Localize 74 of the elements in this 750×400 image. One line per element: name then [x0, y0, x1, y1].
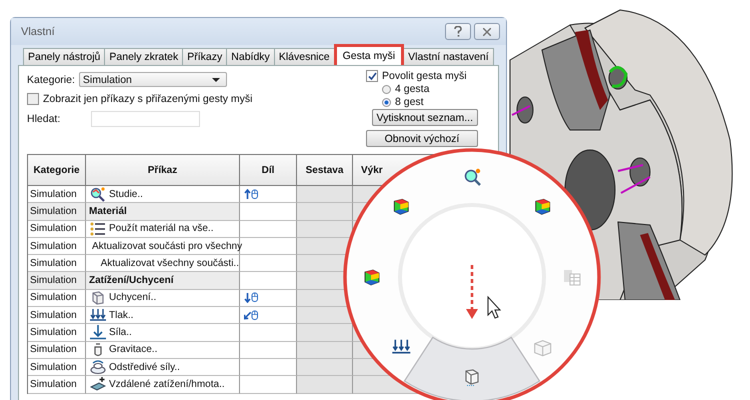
radio-label: 8 gest: [395, 96, 424, 108]
checkbox-label: Zobrazit jen příkazy s přiřazenými gesty myši: [43, 93, 252, 105]
colored-block-icon[interactable]: [394, 198, 409, 215]
magnifier-icon: [90, 186, 106, 202]
table-cell: Simulation: [28, 307, 86, 324]
caret-icon: [212, 78, 220, 82]
tab[interactable]: Klávesnice: [274, 48, 335, 65]
checkbox-label: Povolit gesta myši: [382, 70, 467, 82]
table-cell: Materiál: [86, 203, 240, 221]
table-cell: Simulation: [28, 238, 86, 256]
reset-defaults-button[interactable]: Obnovit výchozí: [366, 130, 478, 147]
force-arrow-icon: [90, 325, 106, 340]
close-icon: [483, 28, 491, 36]
search-field[interactable]: [91, 111, 200, 127]
table-cell: Simulation: [28, 324, 86, 342]
pressure-arrows-icon: [90, 308, 106, 322]
table-cell: Simulation: [28, 342, 86, 359]
column-header: Sestava: [306, 164, 344, 176]
dashed-arrow-icon: [466, 265, 478, 319]
window-title: Vlastní: [21, 26, 55, 38]
column-header: Příkaz: [148, 164, 178, 176]
column-header: Výkr: [361, 164, 383, 176]
selected-gesture-segment[interactable]: [404, 336, 540, 400]
help-icon: [454, 26, 462, 37]
table-cell: Zatížení/Uchycení: [86, 272, 240, 290]
colored-block-icon[interactable]: [535, 198, 550, 215]
help-button[interactable]: [445, 23, 471, 40]
pressure-arrows-icon[interactable]: [392, 338, 412, 354]
tab[interactable]: Gesta myši: [334, 44, 404, 65]
checkbox[interactable]: [27, 93, 39, 105]
table-cell: Simulation: [28, 358, 86, 376]
search-label: Hledat:: [27, 113, 62, 125]
table-cell: Simulation: [28, 203, 86, 221]
tab[interactable]: Panely zkratek: [104, 48, 184, 65]
category-dropdown[interactable]: Simulation: [78, 72, 227, 87]
column-header: Kategorie: [33, 164, 80, 176]
column-header: Díl: [262, 164, 274, 176]
table-cell: [297, 342, 353, 359]
table-cell: Simulation: [28, 376, 86, 394]
radio-button[interactable]: [382, 98, 391, 106]
command-text: Aktualizovat součásti pro všechny: [92, 240, 242, 252]
weight-icon: [92, 342, 102, 357]
command-text: Použít materiál na vše..: [109, 223, 214, 234]
remote-load-icon: [90, 376, 106, 392]
command-text: Aktualizovat všechny součásti..: [100, 258, 239, 269]
close-button[interactable]: [474, 23, 500, 40]
rotating-part-icon: [90, 360, 106, 375]
tab[interactable]: Příkazy: [182, 48, 228, 65]
command-text: Studie..: [109, 188, 143, 200]
print-list-button[interactable]: Vytisknout seznam...: [372, 109, 478, 126]
table-cell: [297, 376, 353, 394]
tab[interactable]: Panely nástrojů: [23, 48, 106, 65]
command-text: Vzdálené zatížení/hmota..: [109, 378, 225, 390]
command-text: Odstředivé síly..: [109, 362, 180, 373]
command-text: Tlak..: [109, 310, 134, 321]
mouse-cursor-icon: [488, 296, 502, 319]
radio-button[interactable]: [382, 84, 391, 94]
command-text: Uchycení..: [109, 292, 156, 304]
magnifier-icon[interactable]: [464, 168, 481, 186]
table-cell: Simulation: [28, 220, 86, 238]
category-label: Kategorie:: [27, 74, 75, 86]
block-icon[interactable]: [465, 369, 479, 386]
checkbox[interactable]: [366, 70, 378, 82]
tab[interactable]: Nabídky: [226, 48, 275, 65]
block-icon: [90, 290, 104, 305]
command-text: Gravitace..: [109, 344, 158, 356]
radio-label: 4 gesta: [395, 83, 430, 95]
table-cell: Simulation: [28, 290, 86, 308]
table-cell: [297, 220, 353, 238]
list-icon: [90, 222, 105, 236]
table-cell: [297, 358, 353, 376]
command-text: Síla..: [109, 327, 132, 338]
table-cell: Simulation: [28, 272, 86, 290]
tab[interactable]: Vlastní nastavení: [403, 48, 494, 65]
